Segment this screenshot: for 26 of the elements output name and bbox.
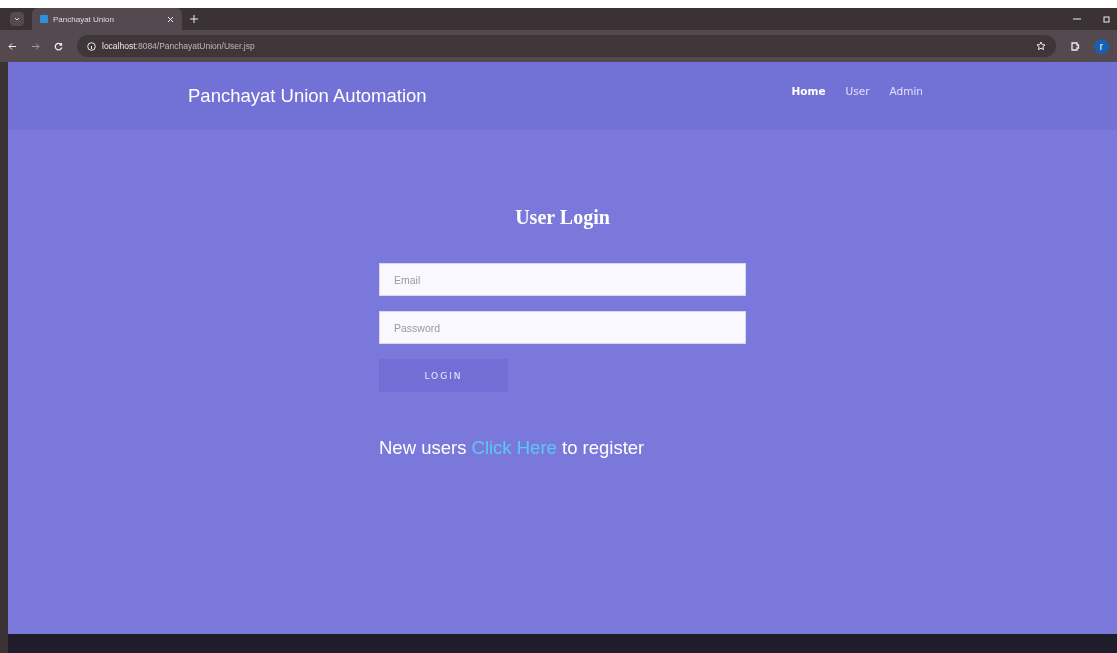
reload-icon[interactable]	[54, 41, 63, 51]
address-bar[interactable]: localhost:8084/PanchayatUnion/User.jsp	[77, 35, 1056, 57]
nav-link[interactable]: Home	[787, 83, 830, 99]
profile-avatar[interactable]: r	[1094, 38, 1109, 54]
info-icon	[87, 41, 96, 51]
tab-title: Panchayat Union	[53, 14, 115, 24]
forward-icon[interactable]	[31, 41, 40, 51]
close-icon[interactable]	[167, 15, 174, 23]
extensions-icon[interactable]	[1070, 41, 1080, 51]
nav-link[interactable]: User	[841, 83, 874, 99]
restore-icon[interactable]	[1103, 15, 1111, 23]
minimize-icon[interactable]	[1073, 15, 1081, 23]
star-icon[interactable]	[1036, 41, 1046, 51]
favicon-icon	[40, 15, 48, 23]
login-button[interactable]: LOGIN	[379, 359, 508, 392]
back-icon[interactable]	[8, 41, 17, 51]
input-field[interactable]: Password	[379, 311, 746, 344]
chevron-icon	[13, 15, 21, 23]
login-title: User Login	[515, 206, 610, 229]
browser-tab[interactable]: Panchayat Union	[32, 8, 182, 30]
url-text: localhost:8084/PanchayatUnion/User.jsp	[102, 41, 255, 51]
register-text: New users Click Here to register	[379, 437, 646, 459]
site-title: Panchayat Union Automation	[188, 85, 427, 107]
input-field[interactable]: Email	[379, 263, 746, 296]
new-tab-icon[interactable]	[190, 15, 198, 23]
nav-link[interactable]: Admin	[885, 83, 927, 99]
